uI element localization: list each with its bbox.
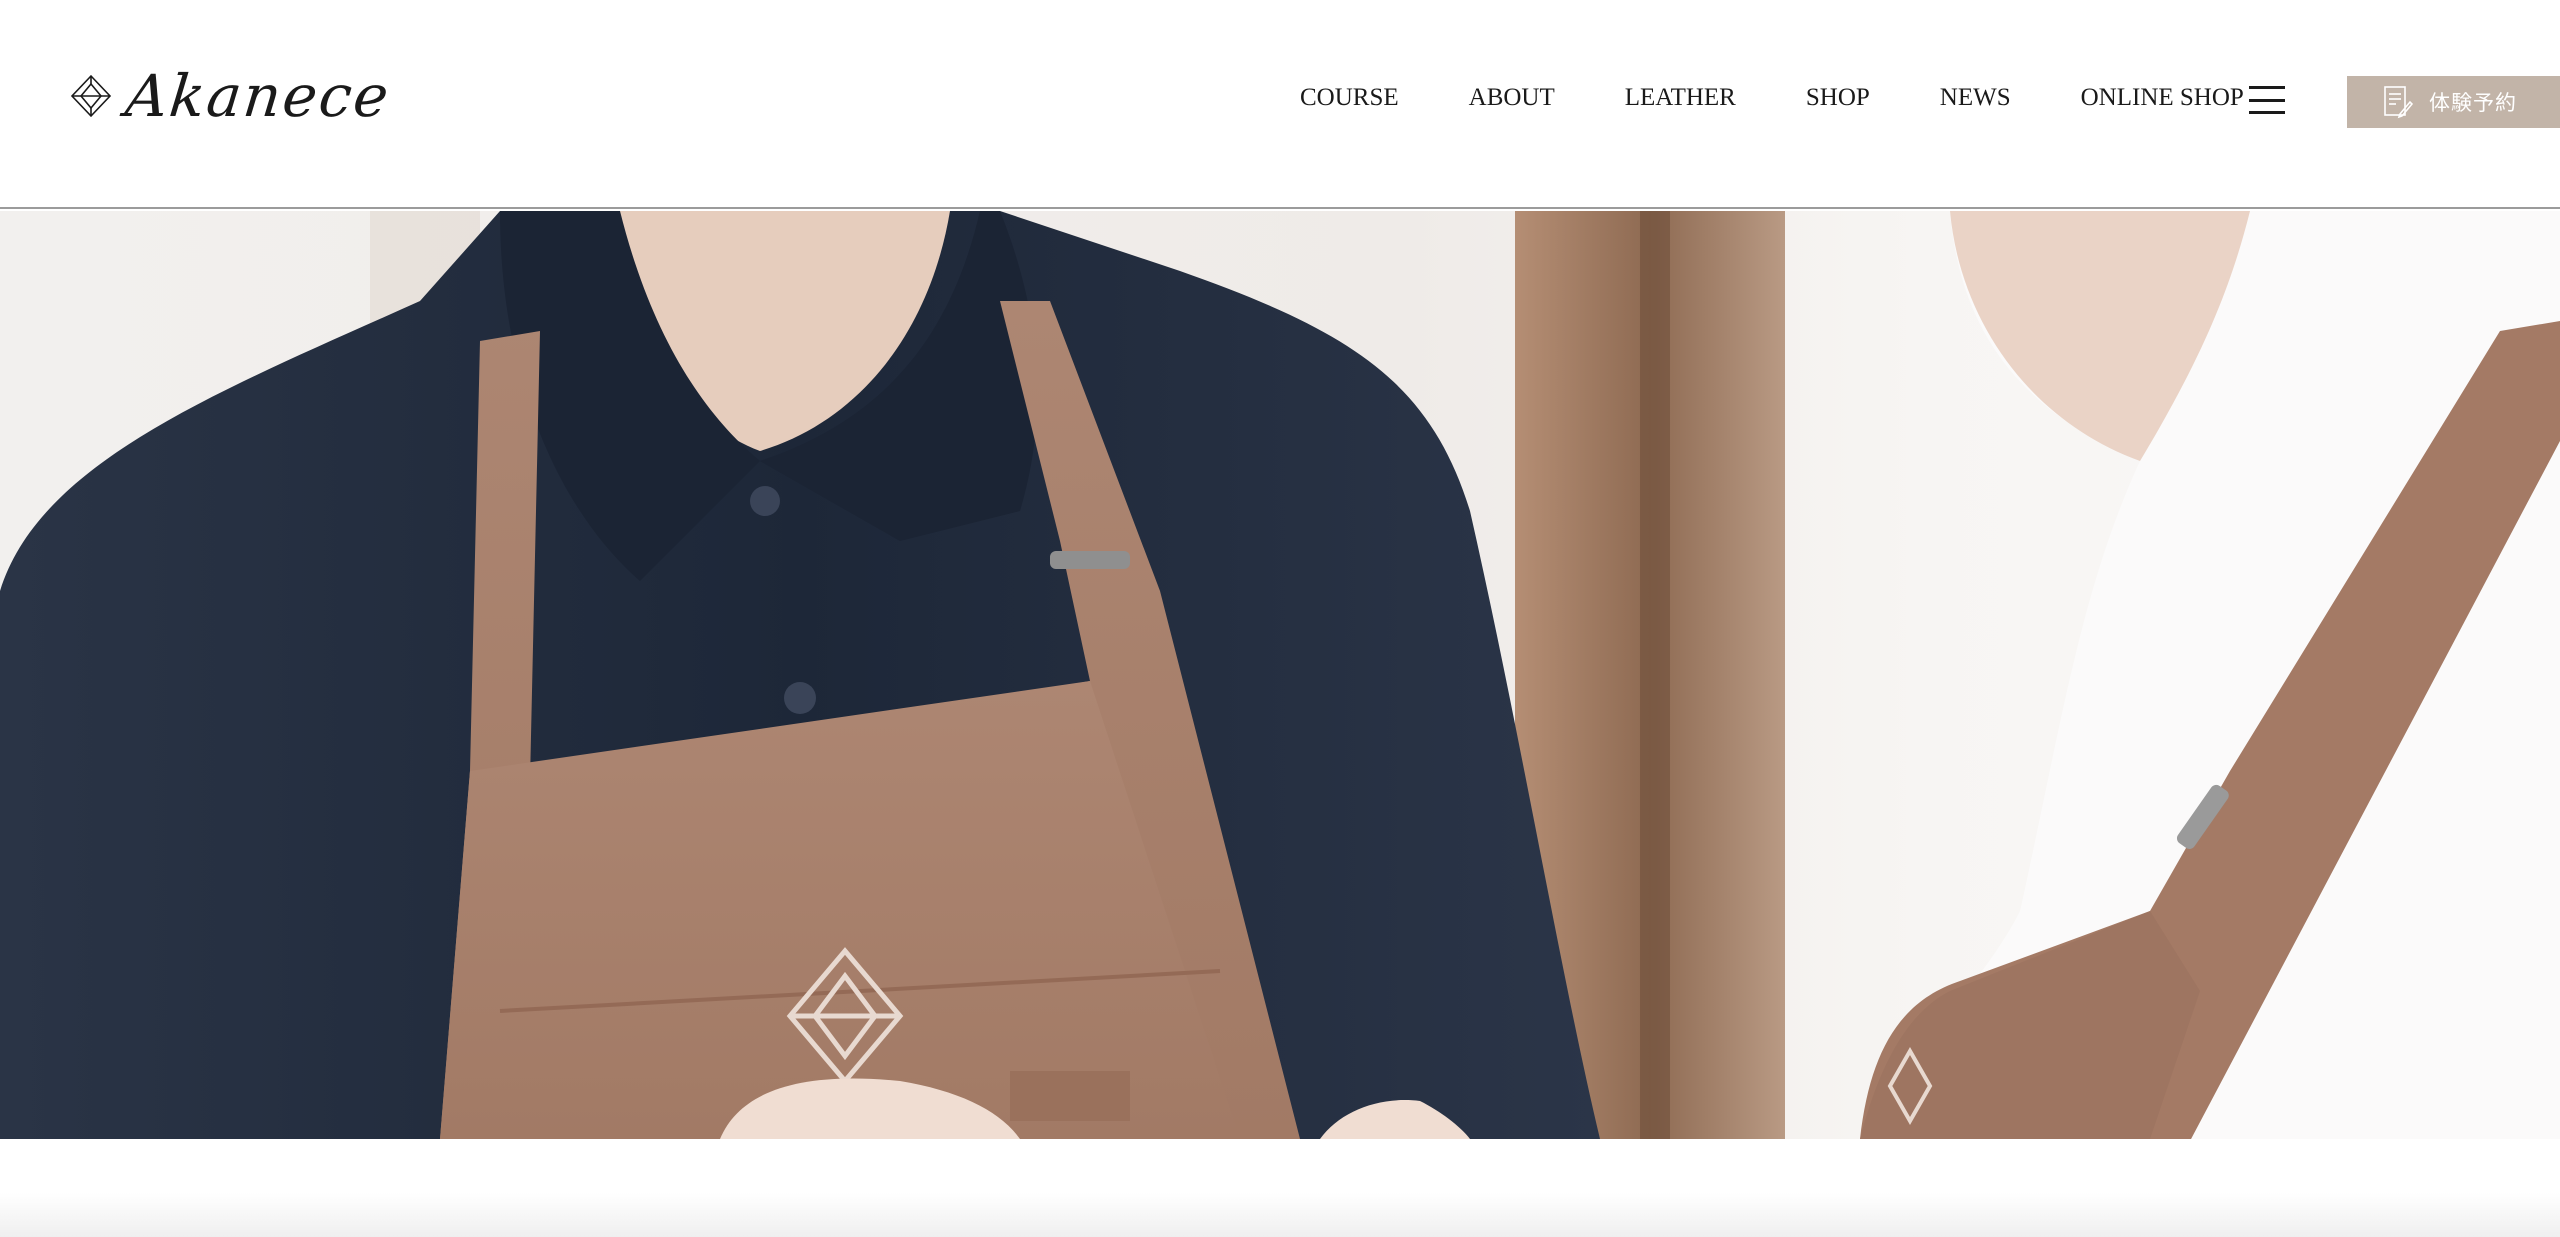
- diamond-crystal-icon: [70, 74, 112, 118]
- reserve-button[interactable]: 体験予約: [2347, 76, 2560, 128]
- site-logo[interactable]: Akanece: [70, 62, 394, 130]
- nav-leather[interactable]: LEATHER: [1625, 84, 1736, 112]
- hamburger-bar: [2249, 86, 2285, 89]
- hamburger-bar: [2249, 98, 2285, 102]
- nav-shop[interactable]: SHOP: [1806, 84, 1870, 112]
- nav-course[interactable]: COURSE: [1300, 84, 1399, 112]
- nav-about[interactable]: ABOUT: [1469, 84, 1555, 112]
- form-edit-icon: [2384, 86, 2413, 119]
- nav-online-shop[interactable]: ONLINE SHOP: [2081, 84, 2244, 112]
- nav-news[interactable]: NEWS: [1940, 84, 2011, 112]
- logo-wordmark: Akanece: [122, 62, 394, 130]
- hamburger-menu-icon[interactable]: [2249, 86, 2285, 114]
- hero-photo: [0, 211, 2560, 1139]
- hero-image: [0, 211, 2560, 1139]
- section-divider: [0, 1139, 2560, 1237]
- site-header: Akanece COURSE ABOUT LEATHER SHOP NEWS O…: [0, 0, 2560, 209]
- reserve-button-label: 体験予約: [2429, 91, 2517, 115]
- hamburger-bar: [2249, 111, 2285, 114]
- main-nav: COURSE ABOUT LEATHER SHOP NEWS ONLINE SH…: [1300, 84, 2244, 112]
